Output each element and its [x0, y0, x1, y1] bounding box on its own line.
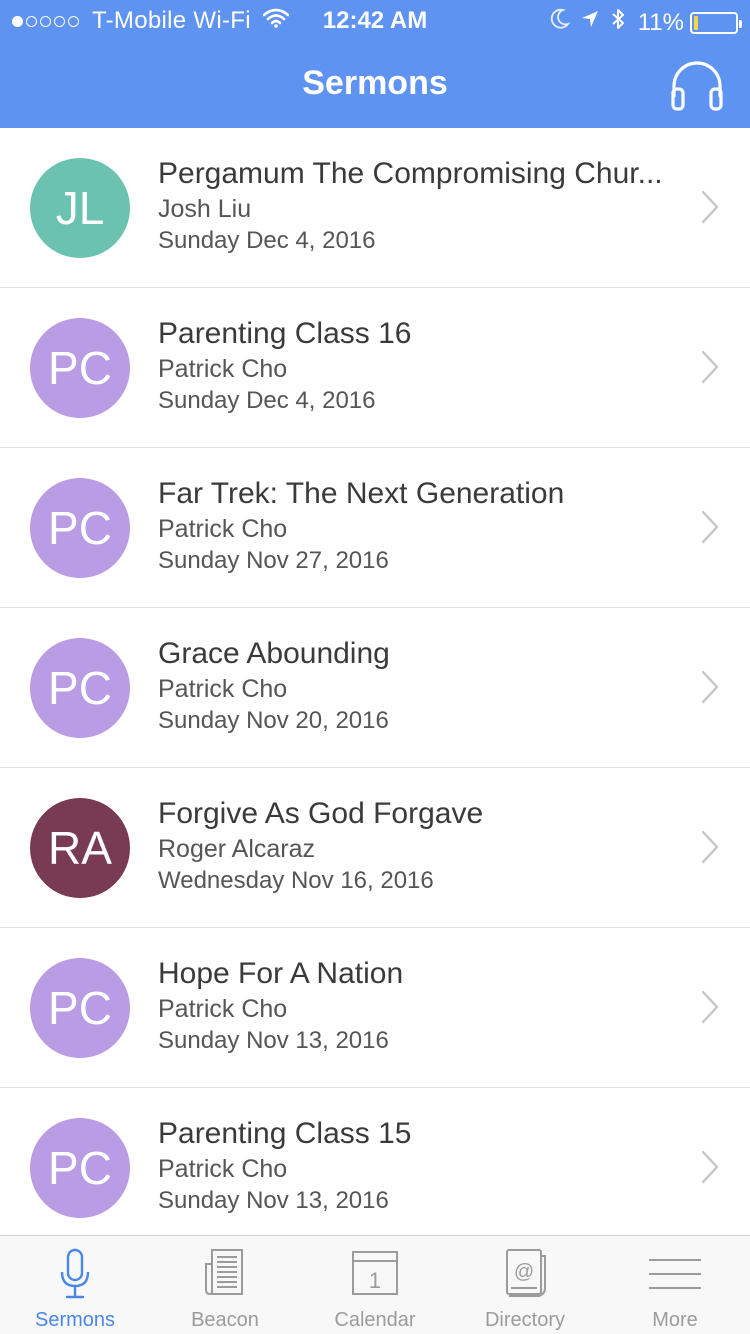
sermon-info: Hope For A Nation Patrick Cho Sunday Nov…	[158, 956, 678, 1057]
sermon-speaker: Roger Alcaraz	[158, 835, 316, 863]
avatar: RA	[30, 798, 130, 898]
battery-level	[694, 15, 698, 30]
avatar: PC	[30, 478, 130, 578]
sermon-date: Sunday Nov 13, 2016	[158, 1027, 389, 1054]
sermon-speaker: Patrick Cho	[158, 675, 288, 703]
tab-bar: Sermons Beacon 1 Calendar @ Directory Mo…	[0, 1235, 750, 1334]
tab-label: Sermons	[34, 1309, 116, 1331]
tab-more[interactable]: More	[600, 1236, 750, 1334]
sermon-date: Sunday Dec 4, 2016	[158, 227, 376, 254]
tab-label: More	[652, 1309, 698, 1331]
chevron-right-icon	[701, 510, 719, 544]
sermon-info: Forgive As God Forgave Roger Alcaraz Wed…	[158, 796, 678, 897]
header: T-Mobile Wi-Fi 12:42 AM 11% Sermons	[0, 0, 750, 128]
sermon-info: Parenting Class 16 Patrick Cho Sunday De…	[158, 316, 678, 417]
sermon-list: JL Pergamum The Compromising Chur... Jos…	[0, 128, 750, 1235]
chevron-right-icon	[701, 830, 719, 864]
avatar: JL	[30, 158, 130, 258]
tab-beacon[interactable]: Beacon	[150, 1236, 300, 1334]
sermon-date: Sunday Nov 13, 2016	[158, 1187, 389, 1214]
location-arrow-icon	[580, 8, 600, 37]
tab-label: Calendar	[334, 1309, 416, 1331]
sermon-title: Parenting Class 16	[158, 317, 412, 350]
sermon-title: Far Trek: The Next Generation	[158, 477, 565, 510]
tab-sermons[interactable]: Sermons	[0, 1236, 150, 1334]
microphone-icon	[60, 1248, 90, 1299]
sermon-speaker: Patrick Cho	[158, 515, 288, 543]
sermon-date: Sunday Dec 4, 2016	[158, 387, 376, 414]
sermon-info: Pergamum The Compromising Chur... Josh L…	[158, 156, 678, 257]
sermon-title: Pergamum The Compromising Chur...	[158, 157, 663, 190]
chevron-right-icon	[701, 670, 719, 704]
headphones-icon	[671, 61, 723, 111]
sermon-speaker: Patrick Cho	[158, 355, 288, 383]
avatar: PC	[30, 958, 130, 1058]
avatar: PC	[30, 318, 130, 418]
sermon-speaker: Patrick Cho	[158, 995, 288, 1023]
sermon-row[interactable]: PC Far Trek: The Next Generation Patrick…	[0, 448, 750, 608]
svg-text:@: @	[514, 1261, 534, 1283]
sermon-title: Grace Abounding	[158, 637, 390, 670]
sermon-row[interactable]: RA Forgive As God Forgave Roger Alcaraz …	[0, 768, 750, 928]
status-bar: T-Mobile Wi-Fi 12:42 AM 11%	[0, 0, 750, 40]
calendar-icon: 1	[352, 1251, 398, 1295]
sermon-speaker: Josh Liu	[158, 195, 252, 223]
sermon-row[interactable]: PC Parenting Class 15 Patrick Cho Sunday…	[0, 1088, 750, 1235]
sermon-speaker: Patrick Cho	[158, 1155, 288, 1183]
status-right: 11%	[540, 7, 742, 38]
tab-label: Directory	[484, 1309, 565, 1331]
menu-icon	[649, 1259, 701, 1289]
nav-bar: Sermons	[0, 40, 750, 128]
sermon-title: Hope For A Nation	[158, 957, 404, 990]
sermon-row[interactable]: JL Pergamum The Compromising Chur... Jos…	[0, 128, 750, 288]
avatar: PC	[30, 1118, 130, 1218]
tab-calendar[interactable]: 1 Calendar	[300, 1236, 450, 1334]
sermon-title: Parenting Class 15	[158, 1117, 412, 1150]
sermon-info: Grace Abounding Patrick Cho Sunday Nov 2…	[158, 636, 678, 737]
address-book-icon: @	[506, 1249, 546, 1297]
chevron-right-icon	[701, 1150, 719, 1184]
sermon-row[interactable]: PC Hope For A Nation Patrick Cho Sunday …	[0, 928, 750, 1088]
sermon-date: Sunday Nov 27, 2016	[158, 547, 389, 574]
chevron-right-icon	[701, 990, 719, 1024]
sermon-row[interactable]: PC Parenting Class 16 Patrick Cho Sunday…	[0, 288, 750, 448]
battery-icon	[690, 11, 742, 34]
bluetooth-icon	[610, 7, 626, 38]
sermon-row[interactable]: PC Grace Abounding Patrick Cho Sunday No…	[0, 608, 750, 768]
svg-text:1: 1	[369, 1268, 381, 1293]
sermon-title: Forgive As God Forgave	[158, 797, 484, 830]
sermon-info: Parenting Class 15 Patrick Cho Sunday No…	[158, 1116, 678, 1217]
tab-directory[interactable]: @ Directory	[450, 1236, 600, 1334]
tab-label: Beacon	[191, 1309, 259, 1331]
sermon-info: Far Trek: The Next Generation Patrick Ch…	[158, 476, 678, 577]
page-title: Sermons	[302, 64, 448, 102]
battery-percentage: 11%	[637, 8, 684, 36]
newspaper-icon	[205, 1249, 243, 1295]
sermon-date: Wednesday Nov 16, 2016	[158, 867, 434, 894]
avatar: PC	[30, 638, 130, 738]
moon-icon	[550, 8, 571, 37]
chevron-right-icon	[701, 190, 719, 224]
chevron-right-icon	[701, 350, 719, 384]
headphones-button[interactable]	[668, 56, 726, 114]
sermon-date: Sunday Nov 20, 2016	[158, 707, 389, 734]
